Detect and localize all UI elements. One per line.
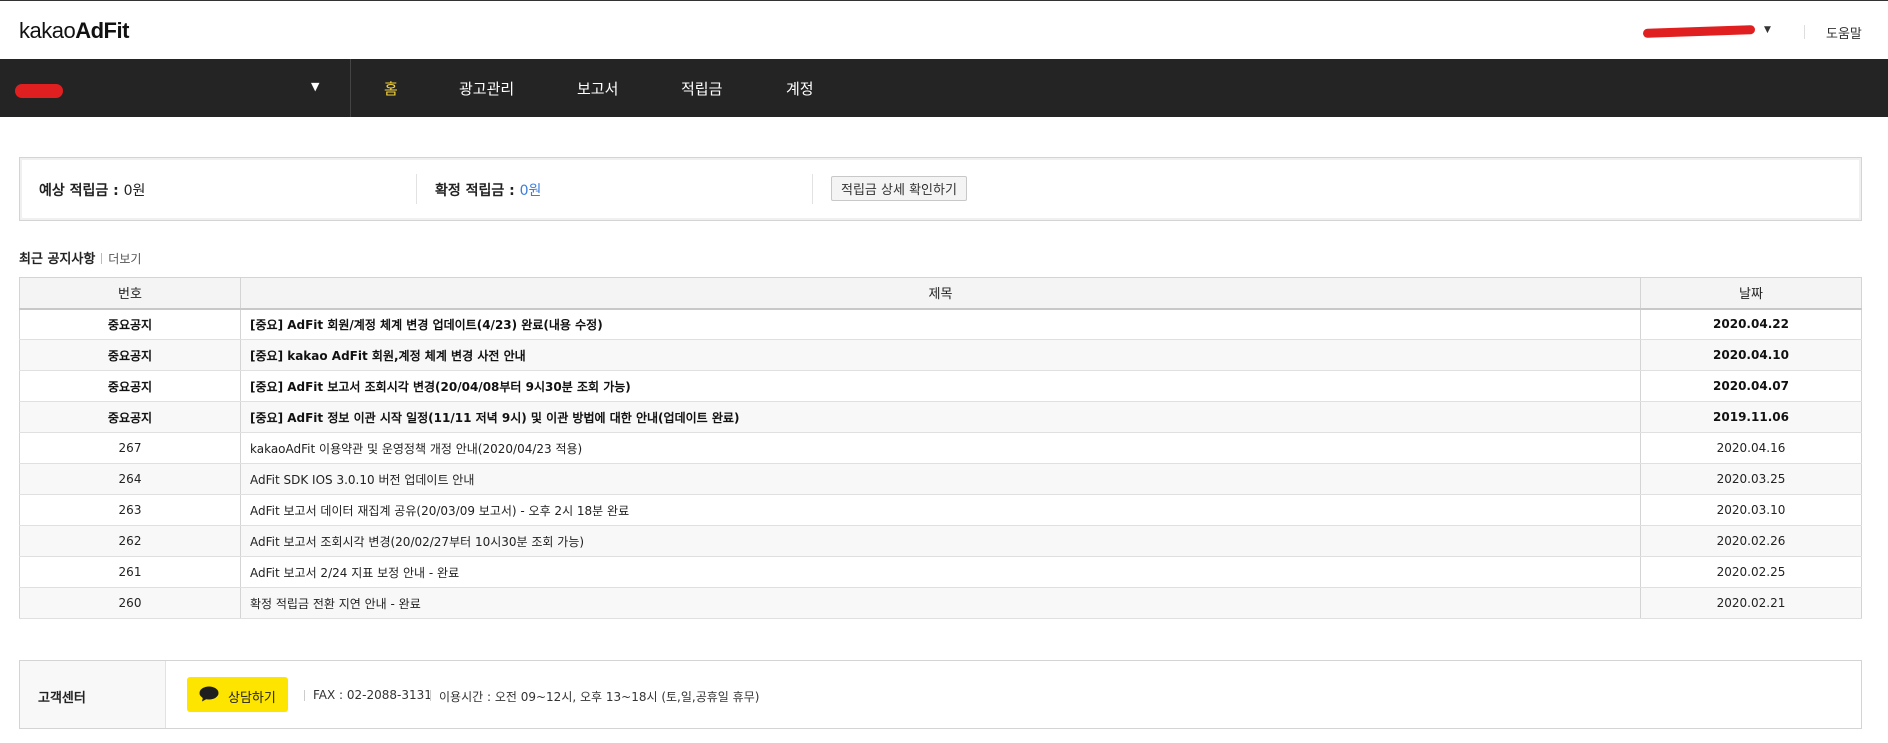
chat-bubble-icon (199, 686, 219, 702)
notices-title: 최근 공지사항 (19, 252, 96, 267)
divider (812, 174, 813, 204)
divider (416, 174, 417, 204)
notice-number: 261 (19, 556, 241, 588)
table-header-row: 번호 제목 날짜 (19, 277, 1862, 310)
table-row[interactable]: 중요공지 [중요] AdFit 보고서 조회시각 변경(20/04/08부터 9시… (19, 370, 1862, 402)
notice-number: 263 (19, 494, 241, 526)
notice-title-link[interactable]: AdFit SDK IOS 3.0.10 버전 업데이트 안내 (250, 473, 474, 487)
notice-date: 2020.03.10 (1640, 494, 1862, 526)
notice-title-cell: AdFit 보고서 조회시각 변경(20/02/27부터 10시30분 조회 가… (240, 525, 1641, 557)
notice-title-link[interactable]: [중요] AdFit 정보 이관 시작 일정(11/11 저녁 9시) 및 이관… (250, 411, 739, 425)
redacted-site-name (15, 84, 63, 98)
notices-more-link[interactable]: 더보기 (108, 252, 141, 266)
nav-item-earnings[interactable]: 적립금 (681, 78, 722, 99)
notice-title-cell: kakaoAdFit 이용약관 및 운영정책 개정 안내(2020/04/23 … (240, 432, 1641, 464)
customer-center-label-cell: 고객센터 (20, 661, 166, 728)
notice-date: 2020.02.25 (1640, 556, 1862, 588)
kakao-adfit-logo[interactable]: kakaoAdFit (19, 18, 129, 44)
column-header-title: 제목 (240, 277, 1641, 310)
table-row[interactable]: 중요공지 [중요] AdFit 회원/계정 체계 변경 업데이트(4/23) 완료… (19, 308, 1862, 340)
notice-title-link[interactable]: AdFit 보고서 2/24 지표 보정 안내 - 완료 (250, 566, 459, 580)
table-row[interactable]: 264 AdFit SDK IOS 3.0.10 버전 업데이트 안내 2020.0… (19, 463, 1862, 495)
expected-earnings-value: 0원 (123, 183, 146, 199)
logo-kakao-text: kakao (19, 18, 76, 43)
service-hours: 이용시간 : 오전 09~12시, 오후 13~18시 (토,일,공휴일 휴무) (439, 690, 760, 704)
caret-down-icon[interactable]: ▼ (1764, 25, 1771, 35)
notice-date: 2020.04.22 (1640, 308, 1862, 340)
notice-title-link[interactable]: 확정 적립금 전환 지연 안내 - 완료 (250, 597, 421, 611)
caret-down-icon[interactable]: ▼ (311, 80, 319, 93)
notice-title-cell: AdFit 보고서 데이터 재집계 공유(20/03/09 보고서) - 오후 … (240, 494, 1641, 526)
fax-number: FAX : 02-2088-3131 (313, 688, 432, 702)
notice-title-cell: [중요] kakao AdFit 회원,계정 체계 변경 사전 안내 (240, 339, 1641, 371)
notice-number: 중요공지 (19, 370, 241, 402)
divider (430, 690, 431, 701)
notice-date: 2020.04.16 (1640, 432, 1862, 464)
column-header-date: 날짜 (1640, 277, 1862, 310)
column-header-no: 번호 (19, 277, 241, 310)
notice-number: 중요공지 (19, 401, 241, 433)
table-row[interactable]: 263 AdFit 보고서 데이터 재집계 공유(20/03/09 보고서) - … (19, 494, 1862, 526)
expected-earnings: 예상 적립금 : 0원 (39, 180, 145, 200)
divider (304, 690, 305, 701)
table-row[interactable]: 262 AdFit 보고서 조회시각 변경(20/02/27부터 10시30분 조… (19, 525, 1862, 557)
notice-title-cell: [중요] AdFit 회원/계정 체계 변경 업데이트(4/23) 완료(내용 … (240, 308, 1641, 340)
notice-title-cell: [중요] AdFit 보고서 조회시각 변경(20/04/08부터 9시30분 … (240, 370, 1641, 402)
notice-date: 2020.04.10 (1640, 339, 1862, 371)
table-row[interactable]: 260 확정 적립금 전환 지연 안내 - 완료 2020.02.21 (19, 587, 1862, 619)
consult-button-label: 상담하기 (228, 691, 276, 706)
help-link[interactable]: 도움말 (1826, 23, 1862, 42)
notices-table-body: 중요공지 [중요] AdFit 회원/계정 체계 변경 업데이트(4/23) 완료… (19, 308, 1862, 619)
notice-number: 중요공지 (19, 308, 241, 340)
notice-number: 264 (19, 463, 241, 495)
customer-center-label: 고객센터 (38, 691, 86, 706)
earnings-detail-button[interactable]: 적립금 상세 확인하기 (831, 176, 967, 201)
notice-date: 2020.03.25 (1640, 463, 1862, 495)
notice-date: 2020.02.21 (1640, 587, 1862, 619)
consult-button[interactable]: 상담하기 (187, 677, 288, 712)
notices-table: 번호 제목 날짜 중요공지 [중요] AdFit 회원/계정 체계 변경 업데이트… (19, 277, 1862, 619)
confirmed-earnings-value: 0원 (519, 183, 542, 199)
table-row[interactable]: 중요공지 [중요] kakao AdFit 회원,계정 체계 변경 사전 안내 20… (19, 339, 1862, 371)
notice-title-link[interactable]: [중요] AdFit 보고서 조회시각 변경(20/04/08부터 9시30분 … (250, 380, 631, 394)
customer-center: 고객센터 상담하기 FAX : 02-2088-3131 이용시간 : 오전 0… (19, 660, 1862, 729)
notice-number: 260 (19, 587, 241, 619)
notice-date: 2020.04.07 (1640, 370, 1862, 402)
table-row[interactable]: 267 kakaoAdFit 이용약관 및 운영정책 개정 안내(2020/04/… (19, 432, 1862, 464)
account-menu[interactable] (1642, 23, 1756, 39)
main-nav: ▼ 홈 광고관리 보고서 적립금 계정 (0, 59, 1888, 117)
divider (1804, 25, 1805, 39)
notice-title-cell: AdFit 보고서 2/24 지표 보정 안내 - 완료 (240, 556, 1641, 588)
logo-adfit-text: AdFit (75, 18, 129, 43)
notice-date: 2020.02.26 (1640, 525, 1862, 557)
nav-item-ad-management[interactable]: 광고관리 (459, 78, 514, 99)
notice-title-link[interactable]: kakaoAdFit 이용약관 및 운영정책 개정 안내(2020/04/23 … (250, 442, 582, 456)
nav-item-home[interactable]: 홈 (384, 78, 398, 99)
table-row[interactable]: 중요공지 [중요] AdFit 정보 이관 시작 일정(11/11 저녁 9시) … (19, 401, 1862, 433)
divider (101, 253, 103, 264)
notice-title-link[interactable]: AdFit 보고서 조회시각 변경(20/02/27부터 10시30분 조회 가… (250, 535, 584, 549)
site-selector[interactable]: ▼ (0, 59, 351, 117)
confirmed-earnings-label: 확정 적립금 : (435, 183, 520, 199)
top-header: kakaoAdFit ▼ 도움말 (0, 0, 1888, 59)
earnings-summary: 예상 적립금 : 0원 확정 적립금 : 0원 적립금 상세 확인하기 (19, 157, 1862, 221)
table-row[interactable]: 261 AdFit 보고서 2/24 지표 보정 안내 - 완료 2020.02.2… (19, 556, 1862, 588)
notices-header: 최근 공지사항 더보기 (19, 248, 141, 267)
notice-title-link[interactable]: [중요] AdFit 회원/계정 체계 변경 업데이트(4/23) 완료(내용 … (250, 318, 603, 332)
notice-title-cell: AdFit SDK IOS 3.0.10 버전 업데이트 안내 (240, 463, 1641, 495)
confirmed-earnings: 확정 적립금 : 0원 (435, 180, 541, 200)
notice-title-link[interactable]: AdFit 보고서 데이터 재집계 공유(20/03/09 보고서) - 오후 … (250, 504, 629, 518)
notice-title-cell: 확정 적립금 전환 지연 안내 - 완료 (240, 587, 1641, 619)
notice-title-link[interactable]: [중요] kakao AdFit 회원,계정 체계 변경 사전 안내 (250, 349, 526, 363)
redacted-account-email (1642, 25, 1756, 38)
nav-item-reports[interactable]: 보고서 (577, 78, 618, 99)
notice-number: 262 (19, 525, 241, 557)
notice-number: 267 (19, 432, 241, 464)
nav-item-account[interactable]: 계정 (786, 78, 814, 99)
notice-title-cell: [중요] AdFit 정보 이관 시작 일정(11/11 저녁 9시) 및 이관… (240, 401, 1641, 433)
expected-earnings-label: 예상 적립금 : (39, 183, 124, 199)
notice-number: 중요공지 (19, 339, 241, 371)
notice-date: 2019.11.06 (1640, 401, 1862, 433)
